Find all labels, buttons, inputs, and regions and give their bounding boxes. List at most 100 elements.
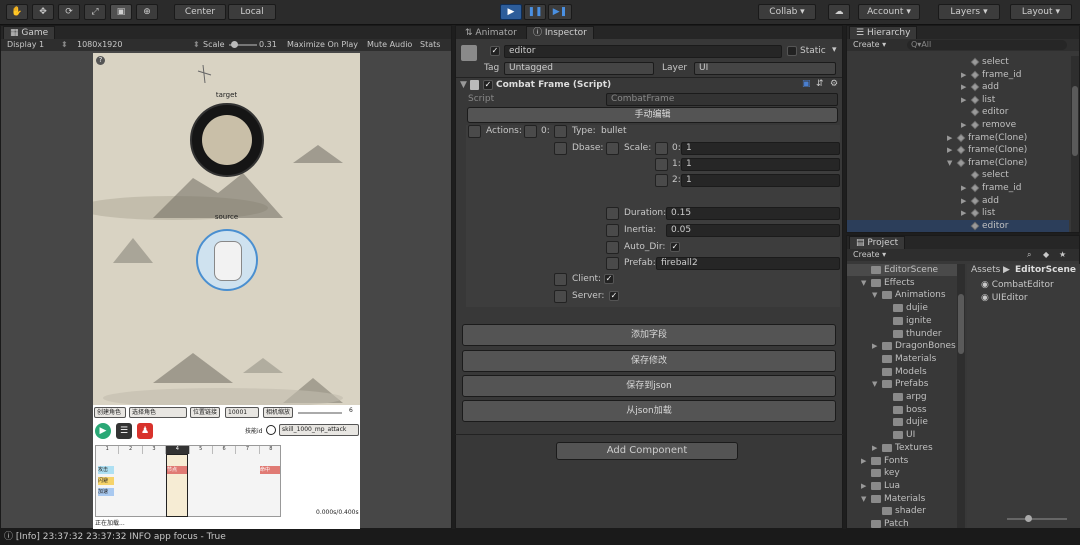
scale-value-field[interactable]: 1	[681, 174, 840, 187]
list-icon[interactable]: ☰	[116, 423, 132, 439]
play-button[interactable]: ▶	[500, 4, 522, 20]
project-tree-scroll-thumb[interactable]	[958, 294, 964, 354]
expand-arrow-icon[interactable]: ▶	[961, 96, 968, 104]
hierarchy-row[interactable]: ▼ frame(Clone)	[947, 157, 1027, 169]
project-folder-row[interactable]: arpg	[883, 391, 927, 403]
rect-tool-icon[interactable]: ▣	[110, 4, 132, 20]
project-tree-scrollbar[interactable]	[957, 264, 965, 528]
component-foldout-icon[interactable]: ▼	[460, 80, 467, 90]
autodir-toggle[interactable]	[606, 241, 619, 254]
hierarchy-row[interactable]: select	[961, 169, 1009, 181]
hierarchy-row[interactable]: select	[961, 56, 1009, 68]
track-label[interactable]: 攻击	[98, 466, 114, 474]
person-icon[interactable]: ♟	[137, 423, 153, 439]
project-folder-row[interactable]: UI	[883, 429, 915, 441]
expand-arrow-icon[interactable]: ▼	[861, 279, 868, 287]
transform-tool-icon[interactable]: ⊕	[136, 4, 158, 20]
role-id-dropdown[interactable]: 10001	[225, 407, 259, 418]
project-folder-row[interactable]: dujie	[883, 302, 928, 314]
type-toggle[interactable]	[554, 125, 567, 138]
pause-button[interactable]: ❚❚	[524, 4, 546, 20]
hierarchy-create-dropdown[interactable]: Create ▾	[853, 39, 886, 51]
source-portrait[interactable]	[196, 229, 258, 291]
project-folder-row[interactable]: ▼ Prefabs	[872, 378, 928, 390]
scale-toggle[interactable]	[606, 142, 619, 155]
expand-arrow-icon[interactable]: ▶	[961, 197, 968, 205]
tag-dropdown[interactable]: Untagged	[504, 62, 654, 75]
hierarchy-row[interactable]: ▶ add	[961, 195, 999, 207]
project-folder-row[interactable]: key	[861, 467, 900, 479]
preset-icon[interactable]: ⇵	[816, 79, 824, 89]
maximize-on-play-toggle[interactable]: Maximize On Play	[287, 39, 358, 51]
prefab-toggle[interactable]	[606, 257, 619, 270]
expand-arrow-icon[interactable]: ▶	[861, 457, 868, 465]
resolution-dropdown[interactable]: 1080x1920	[77, 39, 122, 51]
hierarchy-row[interactable]: ▶ frame(Clone)	[947, 132, 1027, 144]
cloud-icon[interactable]: ☁	[828, 4, 850, 20]
autodir-checkbox[interactable]: ✓	[670, 242, 680, 252]
save-changes-button[interactable]: 保存修改	[462, 350, 836, 372]
scale-tool-icon[interactable]: ⤢	[84, 4, 106, 20]
component-enabled-checkbox[interactable]: ✓	[483, 80, 493, 90]
game-viewport[interactable]: ? target source 创建角色 选择角色 位置链接 10001 相机缩…	[93, 53, 360, 529]
prefab-field[interactable]: fireball2	[656, 257, 840, 270]
layout-dropdown[interactable]: Layout ▾	[1010, 4, 1072, 20]
actions-toggle[interactable]	[468, 125, 481, 138]
expand-arrow-icon[interactable]: ▶	[961, 121, 968, 129]
mute-audio-toggle[interactable]: Mute Audio	[367, 39, 412, 51]
inertia-toggle[interactable]	[606, 224, 619, 237]
project-folder-row[interactable]: ▼ Animations	[872, 289, 946, 301]
expand-arrow-icon[interactable]: ▶	[961, 209, 968, 217]
duration-field[interactable]: 0.15	[666, 207, 840, 220]
asset-item[interactable]: ◉ UIEditor	[981, 293, 1028, 303]
breadcrumb-root[interactable]: Assets	[971, 265, 1000, 275]
scale-item-toggle[interactable]	[655, 174, 668, 187]
asset-zoom-slider[interactable]	[1007, 518, 1067, 520]
type-field[interactable]: bullet	[596, 125, 840, 138]
add-field-button[interactable]: 添加字段	[462, 324, 836, 346]
project-folder-row[interactable]: boss	[883, 404, 927, 416]
hierarchy-row[interactable]: ▶ frame(Clone)	[947, 144, 1027, 156]
dbase-toggle[interactable]	[554, 142, 567, 155]
expand-arrow-icon[interactable]: ▶	[872, 342, 879, 350]
project-folder-row[interactable]: Materials	[872, 353, 936, 365]
hierarchy-row[interactable]: ▶ frame_id	[961, 69, 1021, 81]
static-dropdown-icon[interactable]: ▾	[832, 45, 837, 55]
project-folder-row[interactable]: ▼ Materials	[861, 493, 925, 505]
expand-arrow-icon[interactable]: ▶	[961, 71, 968, 79]
label-filter-icon[interactable]: ◆	[1043, 249, 1049, 261]
tab-inspector[interactable]: ⓘ Inspector	[526, 26, 594, 39]
asset-zoom-thumb[interactable]	[1025, 515, 1032, 522]
project-create-dropdown[interactable]: Create ▾	[853, 249, 886, 261]
scale-value-field[interactable]: 1	[681, 142, 840, 155]
skill-picker-icon[interactable]	[266, 425, 276, 435]
client-checkbox[interactable]: ✓	[604, 274, 614, 284]
expand-arrow-icon[interactable]: ▶	[947, 146, 954, 154]
tab-project[interactable]: ▤ Project	[849, 236, 906, 249]
display-dropdown[interactable]: Display 1	[7, 39, 44, 51]
hierarchy-row[interactable]: ▶ remove	[961, 119, 1016, 131]
project-folder-row[interactable]: dujie	[883, 416, 928, 428]
help-book-icon[interactable]: ▣	[802, 79, 811, 89]
object-name-field[interactable]: editor	[504, 45, 782, 58]
project-folder-row[interactable]: Patch	[861, 518, 909, 528]
track-label[interactable]: 闪避	[98, 477, 114, 485]
tab-animator[interactable]: ⇅ Animator	[458, 26, 524, 39]
step-button[interactable]: ▶❚	[548, 4, 572, 20]
add-component-button[interactable]: Add Component	[556, 442, 738, 460]
server-toggle[interactable]	[554, 290, 567, 303]
track-event-hit[interactable]: 命中	[260, 466, 280, 474]
expand-arrow-icon[interactable]: ▶	[872, 444, 879, 452]
hand-tool-icon[interactable]: ✋	[6, 4, 28, 20]
project-folder-row[interactable]: thunder	[883, 328, 942, 340]
help-icon[interactable]: ?	[96, 56, 105, 65]
select-role-dropdown[interactable]: 选择角色	[129, 407, 187, 418]
hierarchy-row[interactable]: ▶ frame_id	[961, 182, 1021, 194]
expand-arrow-icon[interactable]: ▶	[961, 184, 968, 192]
create-role-button[interactable]: 创建角色	[94, 407, 126, 418]
project-folder-row[interactable]: ▶ DragonBones	[872, 340, 956, 352]
target-portrait[interactable]	[190, 103, 264, 177]
timeline-grid[interactable]: 1 2 3 4 5 6 7 8 攻击 闪避 加速 节点 命中	[95, 445, 281, 517]
scale-item-toggle[interactable]	[655, 142, 668, 155]
asset-item[interactable]: ◉ CombatEditor	[981, 280, 1054, 290]
